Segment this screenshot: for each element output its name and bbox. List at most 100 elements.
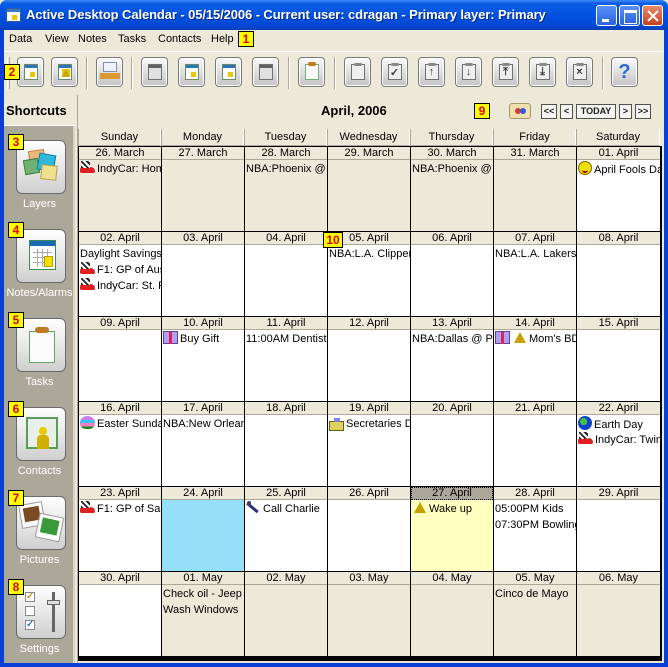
day-cell[interactable]: 28. April 05:00PM Kids 07:30PM Bowling — [494, 487, 576, 571]
calendar-event[interactable]: NBA:Phoenix @ — [412, 161, 493, 177]
day-date-label[interactable]: 21. April — [494, 402, 576, 415]
new-task-button[interactable] — [298, 57, 325, 87]
day-date-label[interactable]: 28. March — [245, 147, 327, 160]
find-note-button[interactable] — [178, 57, 205, 87]
shortcut-notes-alarms[interactable]: Notes/Alarms — [6, 229, 73, 317]
day-cell[interactable]: 01. April April Fools Day — [577, 147, 660, 231]
day-cell[interactable]: 30. March NBA:Phoenix @ — [411, 147, 493, 231]
calendar-event[interactable]: NBA:New Orleans — [163, 416, 244, 432]
day-date-label[interactable]: 13. April — [411, 317, 493, 330]
calendar-event[interactable]: Easter Sunday — [80, 416, 161, 432]
shortcut-settings[interactable]: ✓ ✓ Settings — [12, 585, 68, 667]
menu-view[interactable]: View — [45, 33, 69, 45]
calendar-event[interactable]: Buy Gift — [163, 331, 244, 347]
copy-note-button[interactable] — [215, 57, 242, 87]
calendar-event[interactable]: NBA:Dallas @ Ph — [412, 331, 493, 347]
calendar-event[interactable]: 05:00PM Kids — [495, 501, 576, 517]
shortcut-layers[interactable]: Layers — [12, 140, 68, 228]
day-date-label[interactable]: 05. May — [494, 572, 576, 585]
day-cell[interactable]: 30. April — [79, 572, 161, 656]
day-date-label[interactable]: 29. March — [328, 147, 410, 160]
menu-help[interactable]: Help — [211, 33, 234, 45]
day-cell[interactable]: 12. April — [328, 317, 410, 401]
calendar-event[interactable]: NBA:L.A. Lakers — [495, 246, 576, 262]
calendar-event[interactable]: 07:30PM Bowling — [495, 517, 576, 533]
shortcut-pictures[interactable]: Pictures — [12, 496, 68, 584]
day-date-label[interactable]: 15. April — [577, 317, 660, 330]
menu-notes[interactable]: Notes — [78, 33, 107, 45]
move-task-up-button[interactable]: ↑ — [418, 57, 445, 87]
delete-task-button[interactable]: × — [566, 57, 593, 87]
day-cell[interactable]: 13. April NBA:Dallas @ Ph — [411, 317, 493, 401]
day-cell[interactable]: 04. May — [411, 572, 493, 656]
day-date-label[interactable]: 20. April — [411, 402, 493, 415]
day-cell[interactable]: 05. May Cinco de Mayo — [494, 572, 576, 656]
new-alarm-button[interactable] — [51, 57, 78, 87]
day-date-label[interactable]: 04. April — [245, 232, 327, 245]
day-date-label[interactable]: 03. April — [162, 232, 244, 245]
day-cell[interactable]: 23. April F1: GP of San — [79, 487, 161, 571]
day-date-label[interactable]: 02. May — [245, 572, 327, 585]
day-cell[interactable]: 27. March — [162, 147, 244, 231]
day-cell[interactable]: 03. May — [328, 572, 410, 656]
day-date-label[interactable]: 27. April — [411, 487, 493, 500]
day-cell[interactable]: 02. April Daylight Savings F1: GP of Aus In… — [79, 232, 161, 316]
day-cell[interactable]: 21. April — [494, 402, 576, 486]
new-note-button[interactable] — [17, 57, 44, 87]
day-cell[interactable]: 26. March IndyCar: Hom — [79, 147, 161, 231]
day-date-label[interactable]: 23. April — [79, 487, 161, 500]
calendar-event[interactable]: F1: GP of Aus — [80, 262, 161, 278]
day-cell[interactable]: 29. April — [577, 487, 660, 571]
move-task-top-button[interactable]: ⤒ — [492, 57, 519, 87]
day-cell[interactable]: 02. May — [245, 572, 327, 656]
calendar-event[interactable]: Earth Day — [578, 416, 660, 432]
layer-colors-button[interactable] — [509, 103, 531, 119]
first-month-button[interactable]: << — [541, 104, 557, 119]
minimize-button[interactable] — [596, 5, 617, 26]
last-month-button[interactable]: >> — [635, 104, 651, 119]
day-date-label[interactable]: 18. April — [245, 402, 327, 415]
day-cell[interactable]: 29. March — [328, 147, 410, 231]
day-cell[interactable]: 03. April — [162, 232, 244, 316]
calendar-event[interactable]: IndyCar: St. P — [80, 278, 161, 294]
day-cell[interactable]: 10. April Buy Gift — [162, 317, 244, 401]
day-cell[interactable]: 31. March — [494, 147, 576, 231]
today-button[interactable]: TODAY — [576, 104, 616, 119]
maximize-button[interactable] — [619, 5, 640, 26]
day-date-label[interactable]: 31. March — [494, 147, 576, 160]
day-date-label[interactable]: 09. April — [79, 317, 161, 330]
day-cell[interactable]: 06. May — [577, 572, 660, 656]
day-cell[interactable]: 17. April NBA:New Orleans — [162, 402, 244, 486]
calendar-event[interactable]: F1: GP of San — [80, 501, 161, 517]
day-cell[interactable]: 16. April Easter Sunday — [79, 402, 161, 486]
print-button[interactable] — [96, 57, 123, 87]
calendar-event[interactable]: Wash Windows — [163, 602, 244, 618]
day-cell[interactable]: 26. April — [328, 487, 410, 571]
day-cell[interactable]: 18. April — [245, 402, 327, 486]
day-date-label[interactable]: 03. May — [328, 572, 410, 585]
day-date-label[interactable]: 19. April — [328, 402, 410, 415]
calendar-event[interactable]: NBA:L.A. Clippers — [329, 246, 410, 262]
day-date-label[interactable]: 01. April — [577, 147, 660, 160]
day-date-label[interactable]: 08. April — [577, 232, 660, 245]
complete-task-button[interactable]: ✓ — [381, 57, 408, 87]
day-date-label[interactable]: 27. March — [162, 147, 244, 160]
day-date-label[interactable]: 17. April — [162, 402, 244, 415]
day-date-label[interactable]: 26. March — [79, 147, 161, 160]
edit-task-button[interactable] — [344, 57, 371, 87]
title-bar[interactable]: Active Desktop Calendar - 05/15/2006 - C… — [0, 0, 668, 30]
day-date-label[interactable]: 29. April — [577, 487, 660, 500]
calendar-event[interactable]: Call Charlie — [246, 501, 327, 517]
move-task-bottom-button[interactable]: ⤓ — [529, 57, 556, 87]
day-date-label[interactable]: 01. May — [162, 572, 244, 585]
move-task-down-button[interactable]: ↓ — [455, 57, 482, 87]
day-cell[interactable]: 28. March NBA:Phoenix @ — [245, 147, 327, 231]
day-cell[interactable]: 19. April Secretaries D — [328, 402, 410, 486]
day-cell[interactable]: 27. April Wake up — [411, 487, 493, 571]
calendar-event[interactable]: Mom's BD — [495, 331, 576, 347]
calendar-event[interactable]: IndyCar: Twin — [578, 432, 660, 448]
day-date-label[interactable]: 30. April — [79, 572, 161, 585]
day-cell[interactable]: 07. April NBA:L.A. Lakers — [494, 232, 576, 316]
menu-contacts[interactable]: Contacts — [158, 33, 201, 45]
day-date-label[interactable]: 04. May — [411, 572, 493, 585]
